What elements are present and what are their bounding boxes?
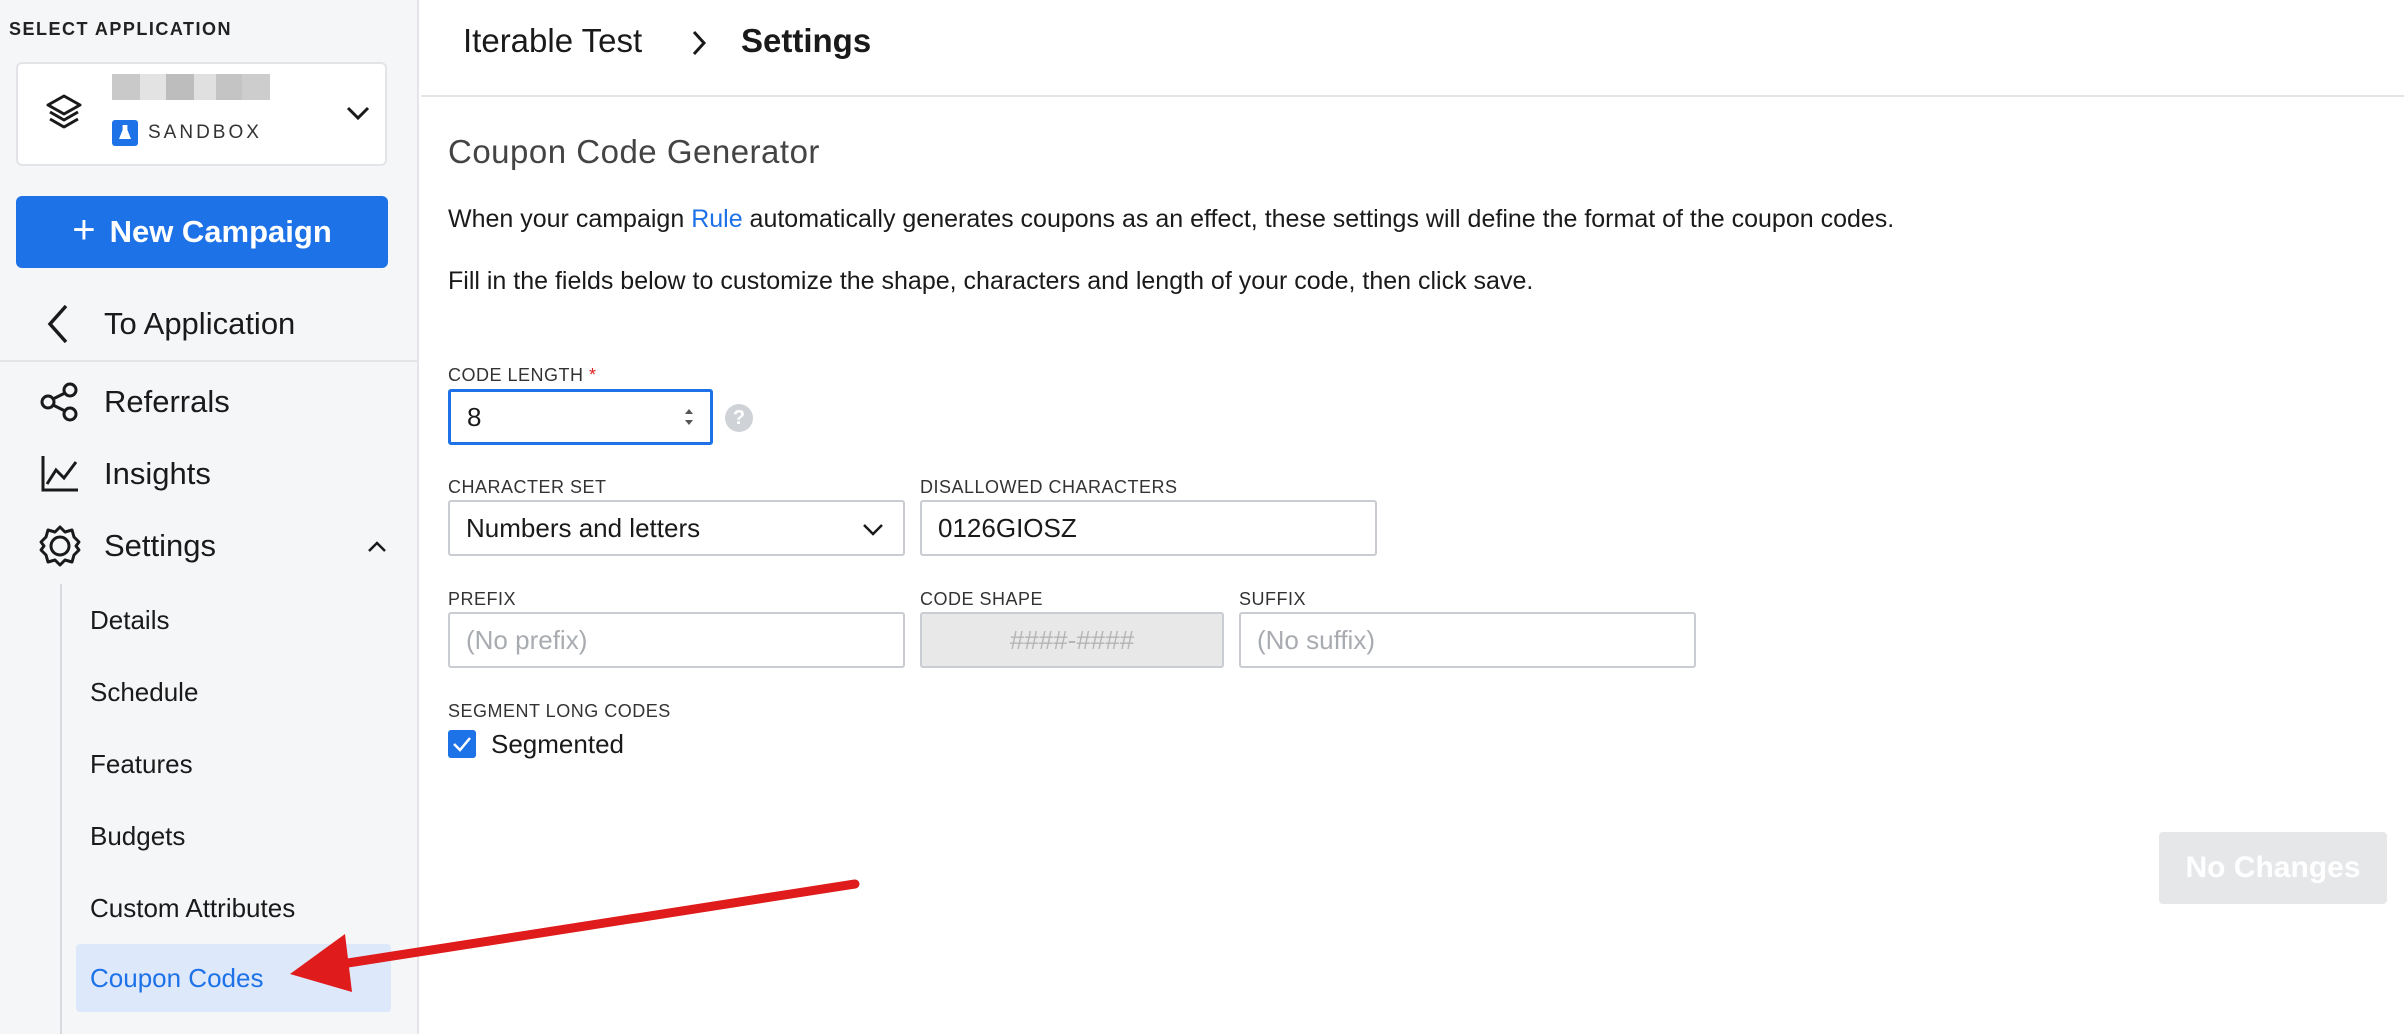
code-shape-input: ####-####: [920, 612, 1224, 668]
environment-label: SANDBOX: [148, 122, 262, 143]
sidebar-subitem-coupon-codes[interactable]: Coupon Codes: [76, 944, 391, 1012]
spinner-arrows-icon[interactable]: [682, 404, 696, 430]
sidebar-item-label: Insights: [104, 456, 211, 491]
sidebar: SELECT APPLICATION SANDBOX + New Campaig…: [0, 0, 419, 1034]
character-set-select[interactable]: Numbers and letters: [448, 500, 905, 556]
code-shape-value: ####-####: [1009, 624, 1135, 655]
new-campaign-label: New Campaign: [109, 214, 332, 249]
character-set-label: CHARACTER SET: [448, 477, 607, 497]
segmented-checkbox[interactable]: [448, 730, 476, 758]
chart-line-icon: [41, 456, 78, 492]
application-selector[interactable]: SANDBOX: [16, 62, 387, 166]
chevron-left-icon: [47, 304, 68, 344]
to-application-label: To Application: [104, 306, 296, 341]
code-length-value: 8: [467, 401, 482, 432]
prefix-placeholder: (No prefix): [466, 624, 588, 655]
coupon-settings-panel: Coupon Code Generator When your campaign…: [421, 97, 2404, 1034]
sidebar-subitem-details[interactable]: Details: [76, 586, 391, 654]
disallowed-characters-input[interactable]: 0126GIOSZ: [920, 500, 1377, 556]
chevron-down-icon: [863, 524, 883, 536]
save-button: No Changes: [2159, 832, 2387, 904]
new-campaign-button[interactable]: + New Campaign: [16, 196, 388, 268]
prefix-label: PREFIX: [448, 589, 517, 609]
breadcrumb-current: Settings: [741, 22, 872, 59]
intro-text-2: Fill in the fields below to customize th…: [448, 267, 1534, 295]
sidebar-item-label: Referrals: [104, 384, 230, 419]
help-icon[interactable]: ?: [725, 404, 753, 432]
code-length-label: CODE LENGTH *: [448, 365, 597, 386]
plus-icon: +: [72, 208, 96, 252]
sidebar-subitem-budgets[interactable]: Budgets: [76, 802, 391, 870]
rule-link[interactable]: Rule: [691, 205, 742, 233]
environment-badge: SANDBOX: [112, 120, 262, 146]
sidebar-subitem-features[interactable]: Features: [76, 730, 391, 798]
to-application-link[interactable]: To Application: [0, 288, 419, 362]
required-marker: *: [589, 365, 597, 385]
sidebar-item-settings[interactable]: Settings: [0, 516, 419, 576]
prefix-input[interactable]: (No prefix): [448, 612, 905, 668]
submenu-rail: [60, 584, 62, 1034]
chevron-down-icon: [346, 106, 370, 121]
chevron-up-icon[interactable]: [366, 538, 388, 554]
suffix-placeholder: (No suffix): [1257, 624, 1375, 655]
share-icon: [40, 382, 78, 422]
code-length-stepper[interactable]: 8: [448, 389, 713, 445]
code-length-label-text: CODE LENGTH: [448, 365, 584, 385]
disallowed-characters-label: DISALLOWED CHARACTERS: [920, 477, 1178, 497]
breadcrumb-parent[interactable]: Iterable Test: [463, 22, 642, 60]
page-title: Coupon Code Generator: [448, 133, 820, 170]
sidebar-subitem-schedule[interactable]: Schedule: [76, 658, 391, 726]
application-name-redacted: [112, 74, 270, 100]
layers-icon: [46, 94, 82, 129]
gear-icon: [39, 525, 81, 567]
sidebar-item-label: Settings: [104, 528, 217, 563]
sidebar-item-referrals[interactable]: Referrals: [0, 372, 419, 432]
segmented-checkbox-label[interactable]: Segmented: [491, 729, 624, 760]
chevron-right-icon: [692, 30, 707, 56]
segment-long-codes-label: SEGMENT LONG CODES: [448, 701, 671, 721]
sidebar-item-insights[interactable]: Insights: [0, 444, 419, 504]
disallowed-characters-value: 0126GIOSZ: [938, 512, 1077, 543]
breadcrumb: Iterable Test Settings: [421, 0, 2404, 97]
sidebar-subitem-custom-attributes[interactable]: Custom Attributes: [76, 874, 391, 942]
suffix-label: SUFFIX: [1239, 589, 1307, 609]
intro-text: When your campaign Rule automatically ge…: [448, 205, 1894, 234]
select-application-label: SELECT APPLICATION: [9, 19, 233, 39]
code-shape-label: CODE SHAPE: [920, 589, 1044, 609]
intro-text-part: automatically generates coupons as an ef…: [742, 205, 1895, 233]
flask-icon: [112, 120, 138, 146]
character-set-value: Numbers and letters: [466, 512, 701, 543]
suffix-input[interactable]: (No suffix): [1239, 612, 1696, 668]
checkmark-icon: [453, 737, 471, 752]
intro-text-part: When your campaign: [448, 205, 692, 233]
